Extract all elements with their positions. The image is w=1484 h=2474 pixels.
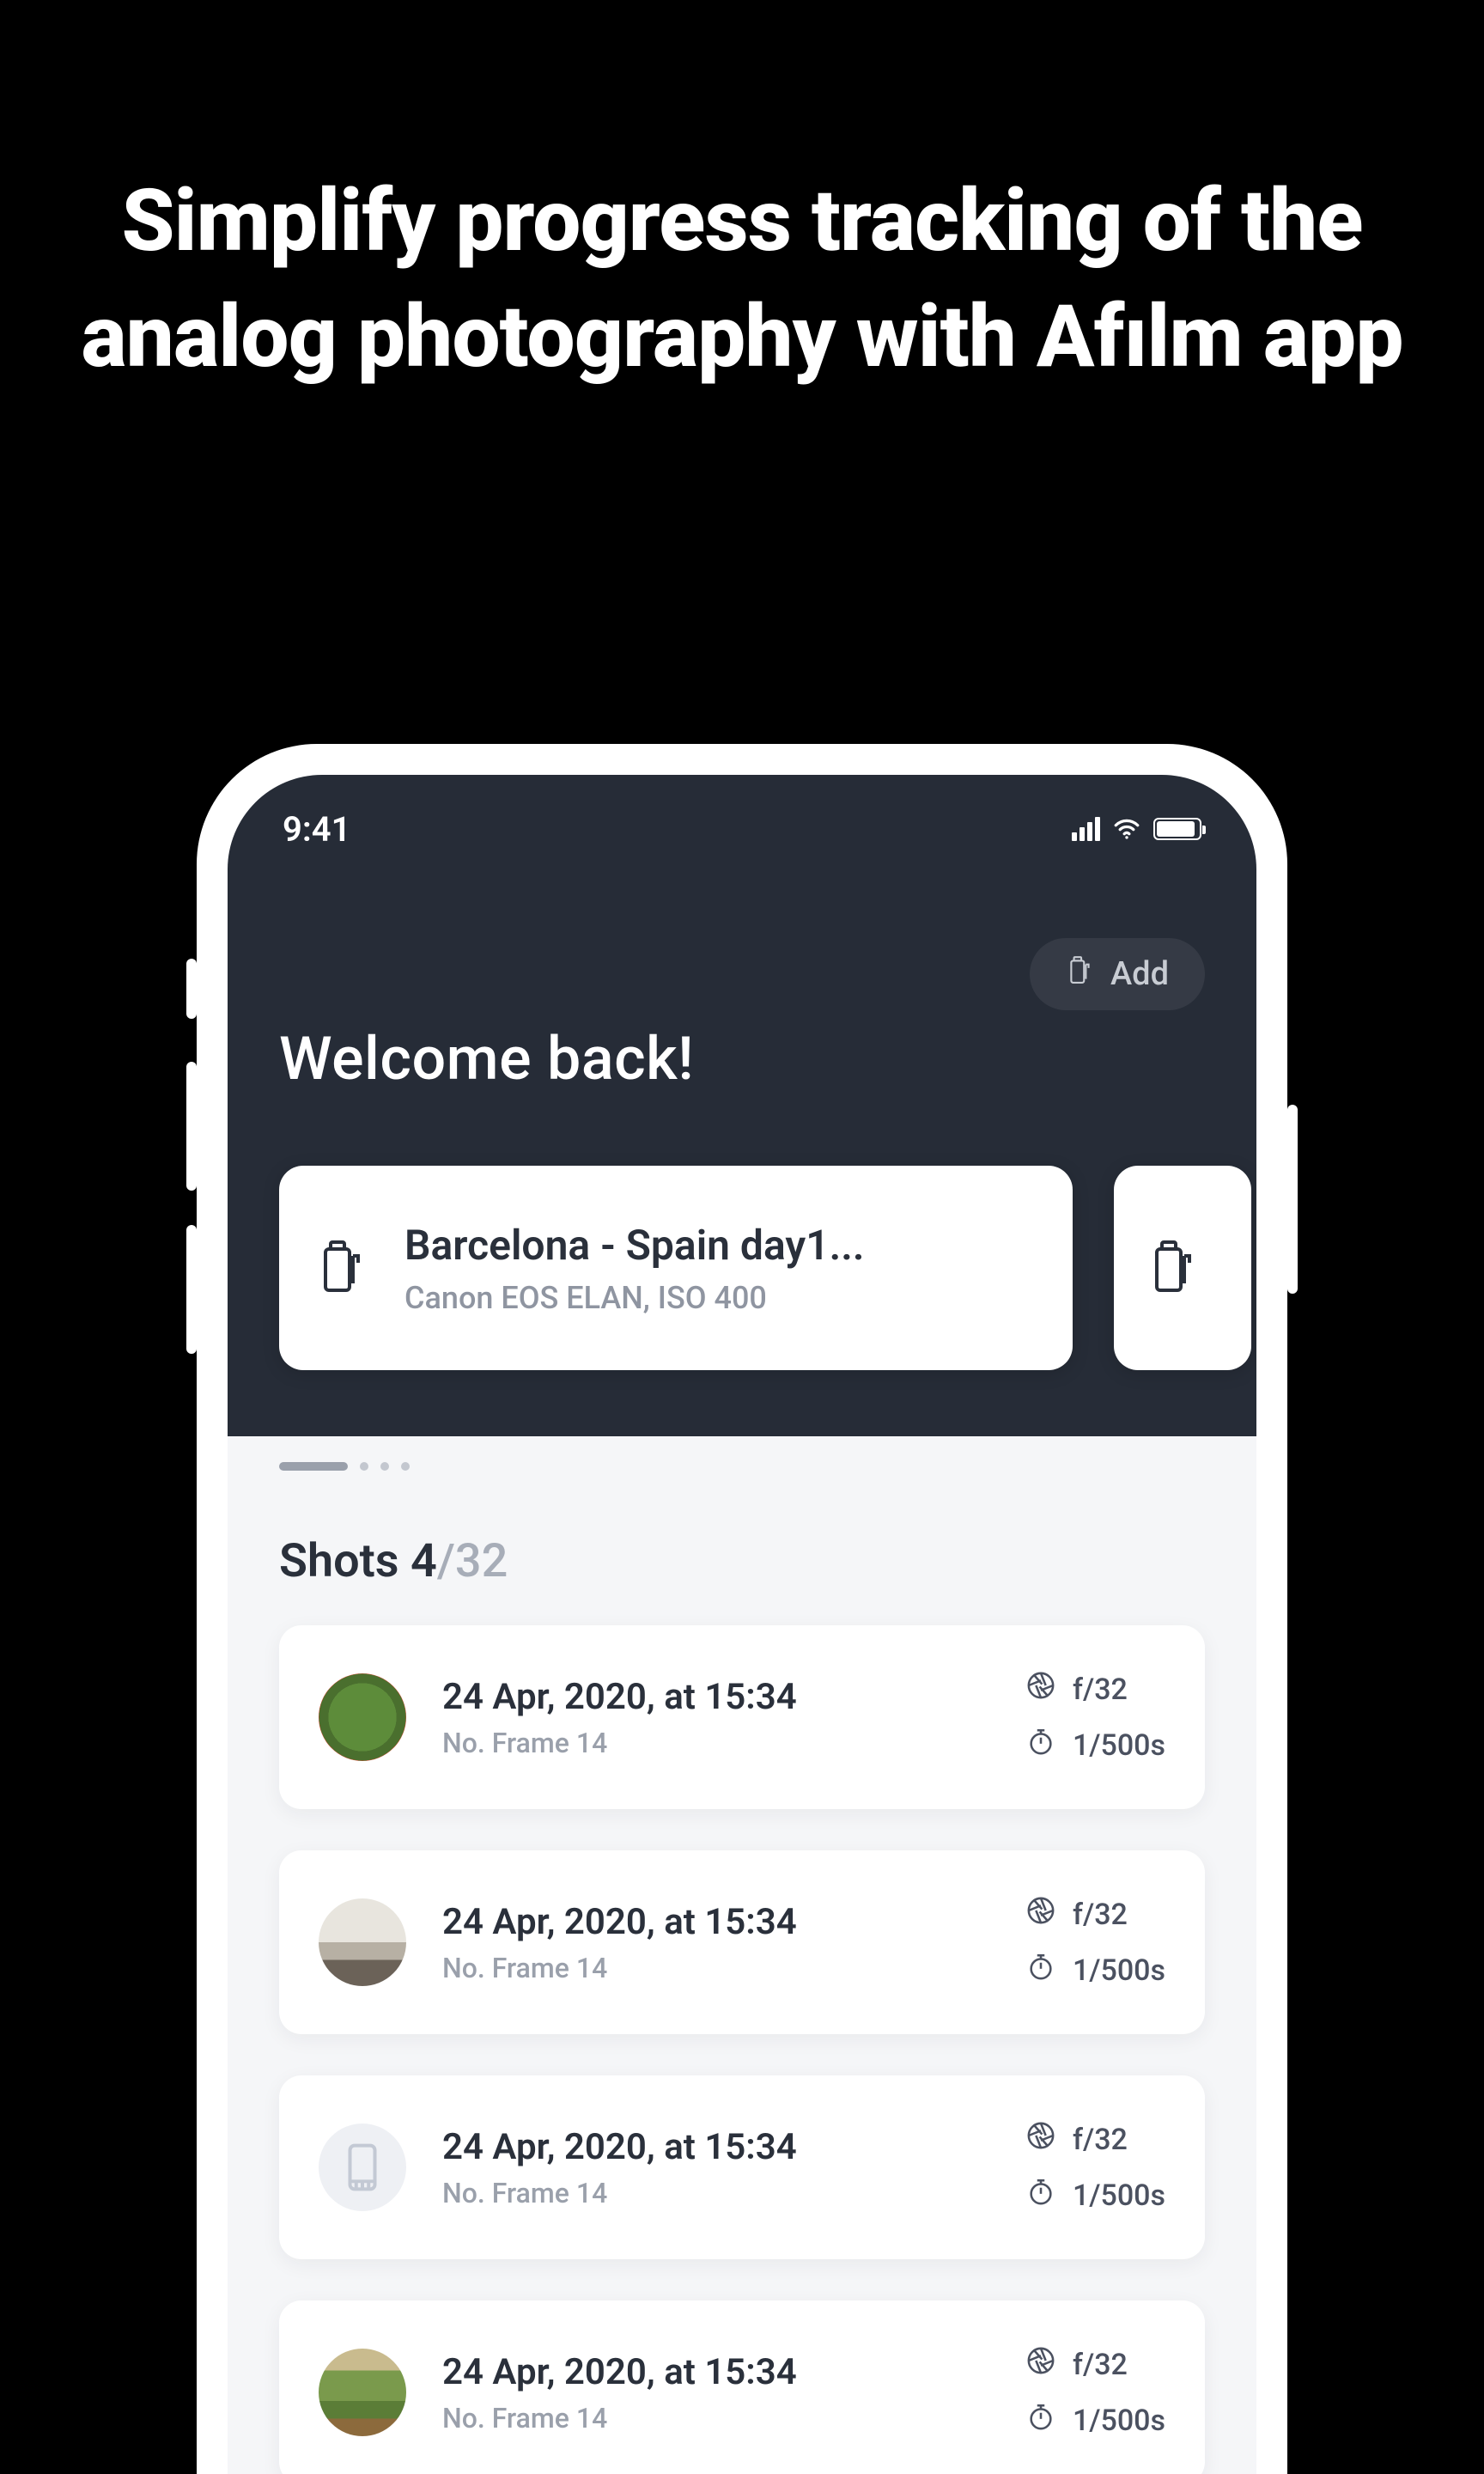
shots-label: Shots	[279, 1534, 411, 1588]
shot-frame: No. Frame 14	[442, 2402, 990, 2434]
roll-card-next[interactable]	[1114, 1166, 1251, 1370]
shots-sep: /	[437, 1534, 455, 1588]
phone-screen: 9:41	[228, 775, 1256, 2474]
film-roll-icon	[1153, 1238, 1195, 1298]
shot-date: 24 Apr, 2020, at 15:34	[442, 1676, 990, 1718]
shots-list: 24 Apr, 2020, at 15:34 No. Frame 14 f/32…	[279, 1625, 1205, 2474]
shot-thumbnail	[319, 1898, 406, 1986]
shot-aperture: f/32	[1073, 1898, 1128, 1932]
shot-shutter: 1/500s	[1073, 1953, 1165, 1988]
shot-aperture: f/32	[1073, 2123, 1128, 2157]
aperture-icon	[1026, 2346, 1055, 2383]
shot-shutter: 1/500s	[1073, 1728, 1165, 1763]
phone-frame: 9:41	[197, 744, 1287, 2474]
roll-subtitle: Canon EOS ELAN, ISO 400	[404, 1280, 865, 1316]
status-time: 9:41	[283, 809, 350, 850]
shot-card[interactable]: 24 Apr, 2020, at 15:34 No. Frame 14 f/32…	[279, 1625, 1205, 1809]
shots-header: Shots 4/32	[279, 1534, 508, 1588]
wifi-icon	[1112, 814, 1141, 844]
page-indicator	[279, 1462, 410, 1471]
shot-card[interactable]: 24 Apr, 2020, at 15:34 No. Frame 14 f/32…	[279, 2300, 1205, 2474]
shot-thumbnail	[319, 1673, 406, 1761]
welcome-title: Welcome back!	[279, 1024, 694, 1094]
shot-card[interactable]: 24 Apr, 2020, at 15:34 No. Frame 14 f/32…	[279, 1850, 1205, 2034]
add-button-label: Add	[1110, 955, 1169, 993]
add-button[interactable]: Add	[1030, 938, 1205, 1010]
film-roll-icon	[322, 1238, 363, 1298]
shot-card[interactable]: 24 Apr, 2020, at 15:34 No. Frame 14 f/32…	[279, 2075, 1205, 2259]
aperture-icon	[1026, 1671, 1055, 1708]
signal-icon	[1072, 817, 1100, 841]
shot-shutter: 1/500s	[1073, 2178, 1165, 2213]
shot-aperture: f/32	[1073, 1673, 1128, 1707]
shot-aperture: f/32	[1073, 2348, 1128, 2382]
promo-headline: Simplify progress tracking of the analog…	[0, 0, 1484, 395]
stopwatch-icon	[1026, 2177, 1055, 2214]
stopwatch-icon	[1026, 2402, 1055, 2439]
shot-date: 24 Apr, 2020, at 15:34	[442, 1901, 990, 1943]
stopwatch-icon	[1026, 1727, 1055, 1764]
roll-card[interactable]: Barcelona - Spain day1... Canon EOS ELAN…	[279, 1166, 1073, 1370]
shots-total: 32	[455, 1534, 508, 1588]
shot-frame: No. Frame 14	[442, 1727, 990, 1759]
shot-frame: No. Frame 14	[442, 2177, 990, 2209]
film-roll-icon	[1066, 955, 1095, 993]
battery-icon	[1153, 818, 1201, 840]
roll-title: Barcelona - Spain day1...	[404, 1221, 865, 1270]
app-header: 9:41	[228, 775, 1256, 1436]
shot-thumbnail	[319, 2349, 406, 2436]
shot-thumbnail	[319, 2124, 406, 2211]
shot-date: 24 Apr, 2020, at 15:34	[442, 2351, 990, 2393]
shots-count: 4	[411, 1534, 437, 1588]
shot-shutter: 1/500s	[1073, 2404, 1165, 2438]
shot-date: 24 Apr, 2020, at 15:34	[442, 2126, 990, 2168]
phone-frame-wrap: 9:41	[197, 744, 1287, 2474]
aperture-icon	[1026, 1896, 1055, 1933]
aperture-icon	[1026, 2121, 1055, 2158]
stopwatch-icon	[1026, 1952, 1055, 1989]
shot-frame: No. Frame 14	[442, 1952, 990, 1984]
status-bar: 9:41	[228, 775, 1256, 852]
